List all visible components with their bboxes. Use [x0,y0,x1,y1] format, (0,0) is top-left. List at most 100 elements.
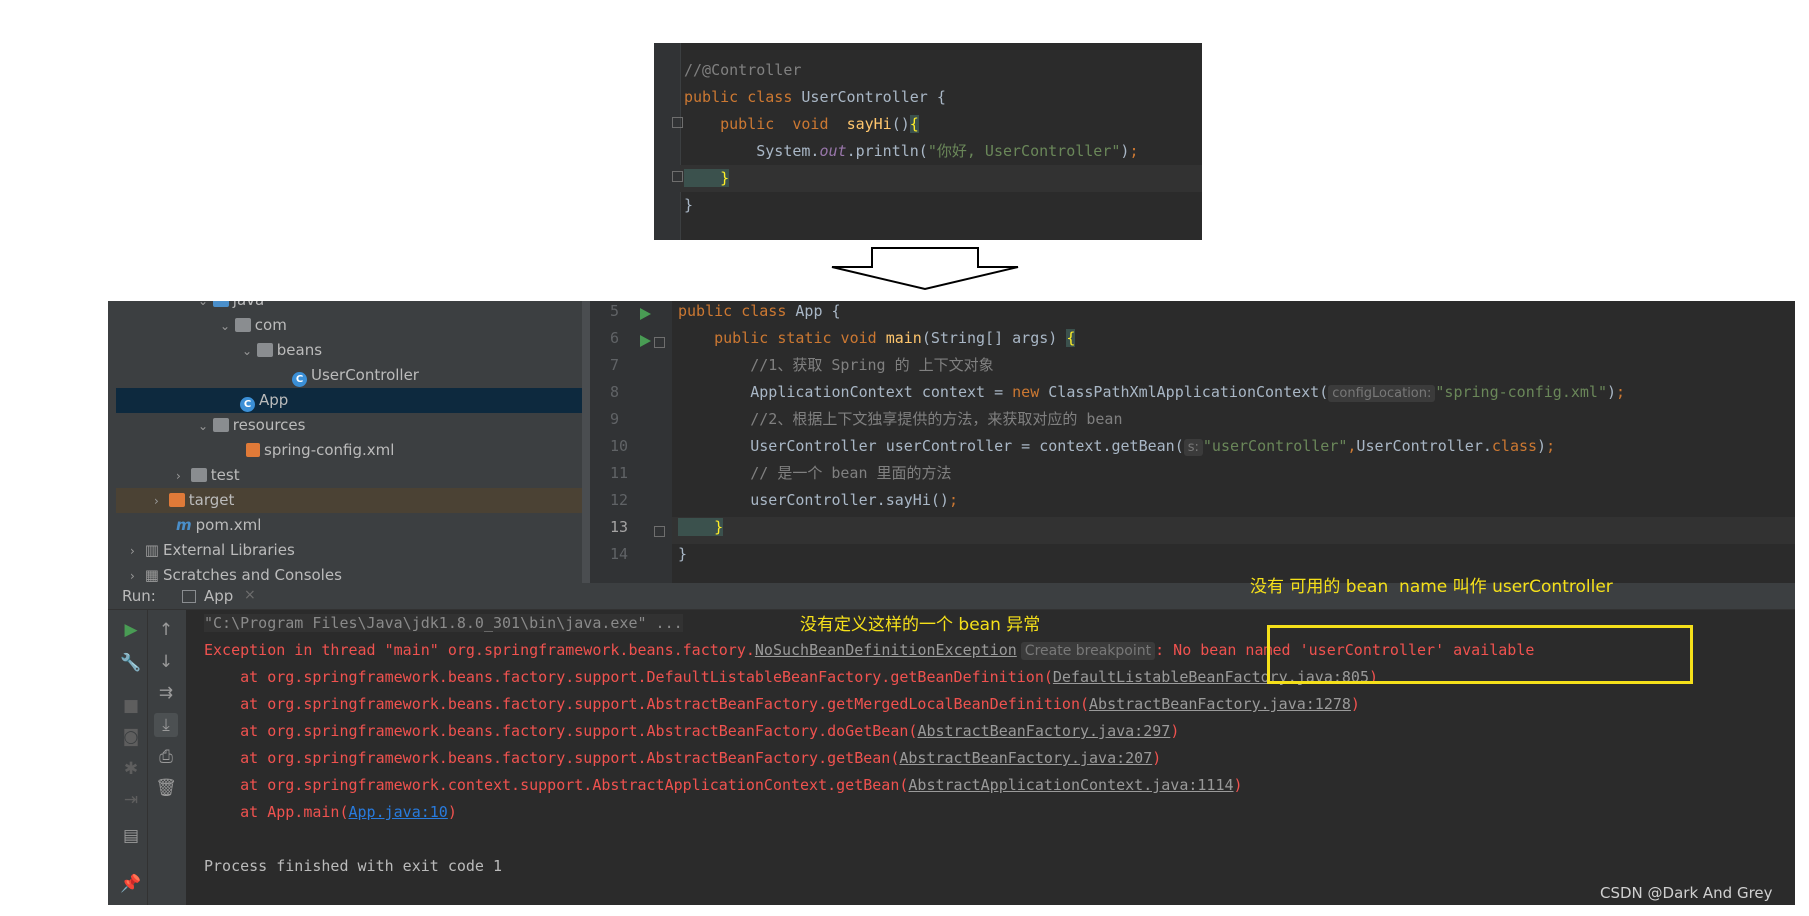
code-line-10: UserController userController = context.… [678,437,1556,456]
line-number: 10 [610,437,629,455]
source-link[interactable]: AbstractApplicationContext.java:1114 [908,776,1233,794]
current-line-highlight [680,165,1202,192]
tree-item-resources[interactable]: ⌄ resources [116,413,582,438]
console-command-line: "C:\Program Files\Java\jdk1.8.0_301\bin\… [204,614,683,632]
xml-file-icon [246,443,260,457]
source-link[interactable]: AbstractBeanFactory.java:1278 [1089,695,1351,713]
tree-item-pom[interactable]: m pom.xml [116,513,582,538]
tree-item-com[interactable]: ⌄ com [116,313,582,338]
console-toolbar: ▶ 🔧 ■ ◙ ✱ ⇥ ▤ 📌 ↑ ↓ ⇉ ⤓ ⎙ 🗑 [108,610,186,905]
stop-icon[interactable]: ■ [119,694,143,718]
annotation-mid: 没有定义这样的一个 bean 异常 [800,615,1041,635]
line-number: 9 [610,410,620,428]
tree-item-spring-config[interactable]: spring-config.xml [116,438,582,463]
code-line-14: } [678,545,688,563]
code-editor[interactable]: 5 6 7 8 9 10 11 12 13 14 public class Ap… [590,301,1795,583]
close-tab-icon[interactable]: × [244,587,256,603]
soft-wrap-icon[interactable]: ⇉ [154,681,178,705]
code-line-8: ApplicationContext context = new ClassPa… [678,383,1626,402]
line-number: 6 [610,329,620,347]
tree-item-scratches[interactable]: › ▦ Scratches and Consoles [116,563,582,583]
snippet-line-5: } [684,169,730,187]
code-line-5: public class App { [678,302,841,320]
code-snippet: //@Controller public class UserControlle… [654,43,1202,240]
source-link[interactable]: AbstractBeanFactory.java:207 [899,749,1152,767]
folder-icon [190,468,207,482]
fold-icon[interactable] [654,337,665,348]
create-breakpoint-hint[interactable]: Create breakpoint [1020,642,1156,660]
down-arrow-icon[interactable]: ↓ [154,650,178,674]
line-number: 8 [610,383,620,401]
parameter-hint: s: [1183,439,1203,456]
line-number: 13 [610,518,629,536]
up-arrow-icon[interactable]: ↑ [154,618,178,642]
trash-icon[interactable]: 🗑 [154,776,178,800]
bug-icon[interactable]: ✱ [119,757,143,781]
stack-line: at org.springframework.beans.factory.sup… [204,668,1379,686]
fold-icon[interactable] [672,171,683,182]
exit-icon[interactable]: ⇥ [119,788,143,812]
stack-line: at org.springframework.context.support.A… [204,776,1243,794]
tree-item-beans[interactable]: ⌄ beans [116,338,582,363]
watermark: CSDN @Dark And Grey [1600,884,1773,902]
resources-folder-icon [212,418,229,432]
stack-line: at org.springframework.beans.factory.sup… [204,749,1162,767]
run-gutter-icon[interactable] [640,308,651,320]
line-number: 12 [610,491,629,509]
line-number: 5 [610,302,620,320]
code-line-11: // 是一个 bean 里面的方法 [750,464,952,482]
code-line-6: public static void main(String[] args) { [678,329,1076,347]
scroll-to-end-icon[interactable]: ⤓ [154,713,178,737]
camera-icon[interactable]: ◙ [119,725,143,749]
snippet-line-2: public class UserController { [684,88,946,106]
code-line-12: userController.sayHi(); [678,491,958,509]
ide-window: ⌄ java ⌄ com ⌄ beans CUserController CAp… [108,301,1795,905]
run-config-icon [182,590,196,603]
wrench-icon[interactable]: 🔧 [119,651,143,675]
process-finished-line: Process finished with exit code 1 [204,857,503,875]
exception-class-link[interactable]: NoSuchBeanDefinitionException [755,641,1017,659]
folder-icon [212,301,229,307]
snippet-line-6: } [684,196,694,214]
stack-line: at App.main(App.java:10) [204,803,457,821]
class-icon: C [292,372,307,387]
line-number: 14 [610,545,629,563]
tree-item-java[interactable]: ⌄ java [116,301,582,313]
code-line-7: //1、获取 Spring 的 上下文对象 [750,356,994,374]
class-icon: C [240,397,255,412]
run-tab-app[interactable]: App [204,587,233,605]
scratches-icon: ▦ [144,566,159,583]
down-arrow-icon [831,247,1019,291]
rerun-icon[interactable]: ▶ [119,618,143,642]
project-tree: ⌄ java ⌄ com ⌄ beans CUserController CAp… [108,301,590,583]
line-number: 7 [610,356,620,374]
stack-line: at org.springframework.beans.factory.sup… [204,695,1360,713]
fold-icon[interactable] [672,117,683,128]
code-line-9: //2、根据上下文独享提供的方法，来获取对应的 bean [750,410,1123,428]
package-icon [234,318,251,332]
annotation-top: 没有 可用的 bean name 叫作 userController [1250,577,1613,597]
snippet-line-3: public void sayHi(){ [684,115,919,133]
tree-item-target[interactable]: › target [116,488,582,513]
project-scrollbar[interactable] [582,301,590,583]
pin-icon[interactable]: 📌 [119,872,143,896]
source-link[interactable]: App.java:10 [349,803,448,821]
line-number: 11 [610,464,629,482]
run-gutter-icon[interactable] [640,335,651,347]
annotation-highlight-box [1267,625,1693,684]
libraries-icon: ▥ [144,541,159,559]
tree-item-external-libraries[interactable]: › ▥ External Libraries [116,538,582,563]
snippet-line-1: //@Controller [684,61,802,79]
maven-icon: m [176,516,192,534]
folder-icon [168,493,185,507]
tree-item-app[interactable]: C App [116,388,582,413]
print-icon[interactable]: ⎙ [154,745,178,769]
tree-item-usercontroller[interactable]: C UserController [116,363,582,388]
snippet-gutter [654,43,680,240]
source-link[interactable]: AbstractBeanFactory.java:297 [917,722,1170,740]
tree-item-test[interactable]: › test [116,463,582,488]
layout-icon[interactable]: ▤ [119,824,143,848]
code-line-13: } [678,518,724,536]
snippet-line-4: System.out.println("你好, UserController")… [684,142,1139,160]
fold-icon[interactable] [654,526,665,537]
